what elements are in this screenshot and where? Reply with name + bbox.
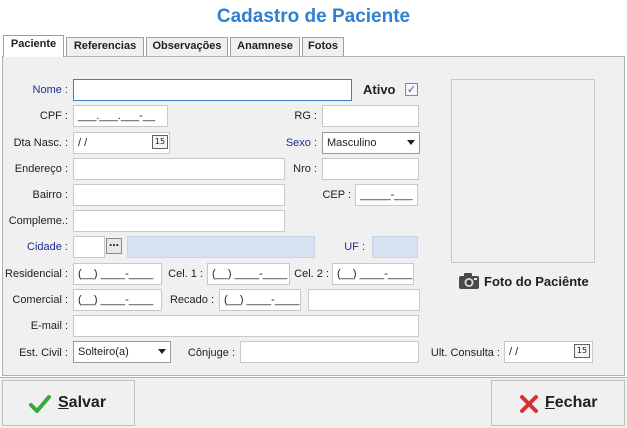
- bairro-label: Bairro :: [32, 189, 68, 201]
- cel2-input[interactable]: (__) ____-____: [332, 263, 414, 285]
- recado-name-input[interactable]: [308, 289, 420, 311]
- sexo-label: Sexo :: [285, 137, 317, 149]
- calendar-icon[interactable]: 15: [152, 135, 168, 149]
- endereco-label: Endereço :: [14, 163, 68, 175]
- email-label: E-mail :: [30, 320, 68, 332]
- nro-label: Nro :: [293, 163, 317, 175]
- cidade-name-field: [127, 236, 315, 258]
- cpf-label: CPF :: [39, 110, 68, 122]
- complemento-input[interactable]: [73, 210, 285, 232]
- conjuge-input[interactable]: [240, 341, 419, 363]
- cpf-input[interactable]: ___.___.___-__: [73, 105, 168, 127]
- endereco-input[interactable]: [73, 158, 285, 180]
- est-civil-value: Solteiro(a): [78, 346, 129, 358]
- cel2-label: Cel. 2 :: [294, 268, 329, 280]
- save-button-accel: S: [58, 394, 69, 411]
- cep-label: CEP :: [322, 189, 351, 201]
- calendar-icon[interactable]: 15: [574, 344, 590, 358]
- sexo-value: Masculino: [327, 137, 377, 149]
- foto-label[interactable]: Foto do Paciênte: [484, 274, 589, 289]
- cidade-code-input[interactable]: [73, 236, 105, 258]
- email-input[interactable]: [73, 315, 419, 337]
- tab-referencias[interactable]: Referencias: [66, 37, 144, 56]
- patient-photo[interactable]: [451, 79, 595, 263]
- tab-anamnese[interactable]: Anamnese: [230, 37, 300, 56]
- est-civil-label: Est. Civil :: [19, 347, 68, 359]
- ativo-label: Ativo: [363, 82, 396, 97]
- rg-input[interactable]: [322, 105, 419, 127]
- est-civil-select[interactable]: Solteiro(a): [73, 341, 171, 363]
- page-title: Cadastro de Paciente: [216, 6, 411, 27]
- tab-paciente[interactable]: Paciente: [3, 35, 64, 57]
- residencial-label: Residencial :: [5, 268, 68, 280]
- close-button[interactable]: Fechar: [491, 380, 625, 426]
- dta-nasc-label: Dta Nasc. :: [13, 137, 68, 149]
- nome-input[interactable]: [73, 79, 352, 101]
- uf-label: UF :: [344, 241, 365, 253]
- tab-fotos[interactable]: Fotos: [302, 37, 344, 56]
- rg-label: RG :: [294, 110, 317, 122]
- sexo-select[interactable]: Masculino: [322, 132, 420, 154]
- conjuge-label: Cônjuge :: [187, 347, 235, 359]
- cep-input[interactable]: _____-___: [355, 184, 418, 206]
- ativo-checkbox[interactable]: ✓: [405, 83, 418, 96]
- check-icon: [29, 395, 51, 413]
- ult-consulta-label: Ult. Consulta :: [430, 347, 500, 359]
- nome-label: Nome :: [32, 84, 68, 96]
- save-button[interactable]: Salvar: [2, 380, 135, 426]
- recado-label: Recado :: [169, 294, 214, 306]
- save-button-label: alvar: [68, 394, 107, 411]
- bairro-input[interactable]: [73, 184, 285, 206]
- comercial-label: Comercial :: [12, 294, 68, 306]
- cel1-label: Cel. 1 :: [168, 268, 203, 280]
- search-city-button[interactable]: …: [106, 238, 122, 254]
- chevron-down-icon: [158, 349, 166, 354]
- close-button-accel: F: [545, 394, 555, 411]
- cidade-label: Cidade :: [27, 241, 68, 253]
- recado-input[interactable]: (__) ____-____: [219, 289, 301, 311]
- check-icon: ✓: [406, 83, 417, 96]
- comercial-input[interactable]: (__) ____-____: [73, 289, 162, 311]
- complemento-label: Compleme.:: [8, 215, 68, 227]
- uf-field: [372, 236, 418, 258]
- camera-icon[interactable]: [458, 271, 480, 291]
- nro-input[interactable]: [322, 158, 419, 180]
- close-icon: [520, 395, 538, 413]
- residencial-input[interactable]: (__) ____-____: [73, 263, 162, 285]
- tab-observacoes[interactable]: Observações: [146, 37, 228, 56]
- cel1-input[interactable]: (__) ____-____: [207, 263, 290, 285]
- chevron-down-icon: [407, 140, 415, 145]
- close-button-label: echar: [554, 394, 598, 411]
